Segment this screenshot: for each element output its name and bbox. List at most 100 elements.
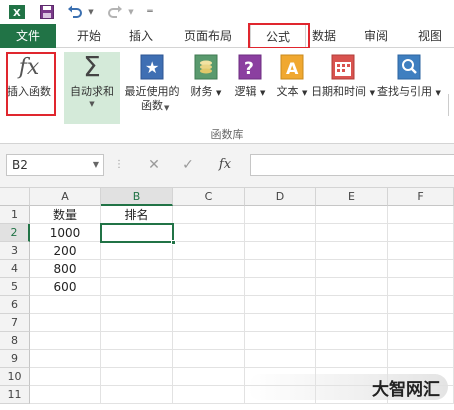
row-header-3[interactable]: 3 [0, 242, 30, 260]
row-header-11[interactable]: 11 [0, 386, 30, 404]
grid-cell[interactable] [173, 296, 245, 314]
tab-data[interactable]: 数据 [306, 24, 342, 48]
row-header-9[interactable]: 9 [0, 350, 30, 368]
redo-dropdown-icon[interactable]: ▼ [126, 3, 136, 21]
grid-cell[interactable] [30, 368, 101, 386]
row-header-2[interactable]: 2 [0, 224, 30, 242]
grid-cell[interactable] [316, 242, 388, 260]
text-functions-button[interactable]: A 文本 ▼ [272, 52, 312, 100]
datetime-button[interactable]: 日期和时间 ▼ [311, 52, 375, 100]
grid-cell[interactable] [173, 260, 245, 278]
tab-insert[interactable]: 插入 [118, 24, 164, 48]
grid-cell[interactable] [245, 206, 316, 224]
formula-input[interactable] [250, 154, 454, 176]
row-header-7[interactable]: 7 [0, 314, 30, 332]
fill-handle[interactable] [171, 240, 176, 245]
grid-cell[interactable] [101, 386, 173, 404]
column-header-f[interactable]: F [388, 188, 454, 206]
select-all-corner[interactable] [0, 188, 30, 206]
grid-cell[interactable] [173, 350, 245, 368]
grid-cell[interactable] [30, 314, 101, 332]
redo-icon[interactable] [106, 3, 124, 21]
save-icon[interactable] [38, 3, 56, 21]
recent-functions-button[interactable]: ★ 最近使用的 函数 [122, 52, 182, 113]
lookup-reference-button[interactable]: 查找与引用 ▼ [374, 52, 444, 100]
row-header-5[interactable]: 5 [0, 278, 30, 296]
tab-home[interactable]: 开始 [66, 24, 112, 48]
undo-icon[interactable] [66, 3, 84, 21]
customize-qat-icon[interactable]: ═ [144, 3, 156, 21]
grid-cell[interactable] [245, 350, 316, 368]
grid-cell[interactable] [388, 350, 454, 368]
column-header-d[interactable]: D [245, 188, 316, 206]
grid-cell[interactable] [316, 224, 388, 242]
grid-cell[interactable] [316, 350, 388, 368]
grid-cell[interactable] [388, 242, 454, 260]
grid-cell[interactable] [245, 224, 316, 242]
column-header-c[interactable]: C [173, 188, 245, 206]
cell-b1[interactable]: 排名 [101, 206, 173, 224]
grid-cell[interactable] [245, 332, 316, 350]
grid-cell[interactable] [388, 332, 454, 350]
grid-cell[interactable] [101, 260, 173, 278]
grid-cell[interactable] [173, 368, 245, 386]
active-cell-b2[interactable] [100, 223, 176, 245]
grid-cell[interactable] [245, 242, 316, 260]
autosum-button[interactable]: Σ 自动求和 ▼ [64, 52, 120, 124]
column-header-e[interactable]: E [316, 188, 388, 206]
cell-a5[interactable]: 600 [30, 278, 101, 296]
grid-cell[interactable] [101, 296, 173, 314]
grid-cell[interactable] [245, 278, 316, 296]
cell-a1[interactable]: 数量 [30, 206, 101, 224]
grid-cell[interactable] [173, 224, 245, 242]
column-header-b[interactable]: B [101, 188, 173, 206]
row-header-1[interactable]: 1 [0, 206, 30, 224]
grid-cell[interactable] [388, 206, 454, 224]
enter-check-icon[interactable]: ✓ [178, 154, 198, 176]
name-box[interactable]: B2 ▼ [6, 154, 104, 176]
grid-cell[interactable] [101, 368, 173, 386]
grid-cell[interactable] [388, 296, 454, 314]
grid-cell[interactable] [101, 278, 173, 296]
tab-page-layout[interactable]: 页面布局 [176, 24, 240, 48]
grid-cell[interactable] [245, 314, 316, 332]
grid-cell[interactable] [173, 206, 245, 224]
grid-cell[interactable] [316, 314, 388, 332]
grid-cell[interactable] [173, 242, 245, 260]
grid-cell[interactable] [245, 260, 316, 278]
financial-button[interactable]: 财务 ▼ [186, 52, 226, 100]
row-header-6[interactable]: 6 [0, 296, 30, 314]
grid-cell[interactable] [30, 296, 101, 314]
grid-cell[interactable] [316, 260, 388, 278]
grid-cell[interactable] [316, 332, 388, 350]
grid-cell[interactable] [101, 242, 173, 260]
grid-cell[interactable] [30, 350, 101, 368]
grid-cell[interactable] [30, 332, 101, 350]
cell-a4[interactable]: 800 [30, 260, 101, 278]
grid-cell[interactable] [388, 278, 454, 296]
grid-cell[interactable] [101, 350, 173, 368]
tab-file[interactable]: 文件 [0, 24, 56, 48]
row-header-8[interactable]: 8 [0, 332, 30, 350]
grid-cell[interactable] [388, 224, 454, 242]
grid-cell[interactable] [316, 296, 388, 314]
grid-cell[interactable] [388, 260, 454, 278]
grid-cell[interactable] [173, 386, 245, 404]
grid-cell[interactable] [173, 332, 245, 350]
row-header-10[interactable]: 10 [0, 368, 30, 386]
undo-dropdown-icon[interactable]: ▼ [86, 3, 96, 21]
cancel-icon[interactable]: ✕ [144, 154, 164, 176]
grid-cell[interactable] [388, 314, 454, 332]
tab-view[interactable]: 视图 [408, 24, 452, 48]
logical-button[interactable]: ? 逻辑 ▼ [230, 52, 270, 100]
name-box-dropdown-icon[interactable]: ▼ [93, 155, 99, 175]
grid-cell[interactable] [316, 206, 388, 224]
grid-cell[interactable] [245, 296, 316, 314]
grid-cell[interactable] [30, 386, 101, 404]
grid-cell[interactable] [101, 332, 173, 350]
grid-cell[interactable] [173, 314, 245, 332]
row-header-4[interactable]: 4 [0, 260, 30, 278]
insert-function-fx-icon[interactable]: fx [212, 154, 238, 176]
grid-cell[interactable] [101, 314, 173, 332]
grid-cell[interactable] [316, 278, 388, 296]
